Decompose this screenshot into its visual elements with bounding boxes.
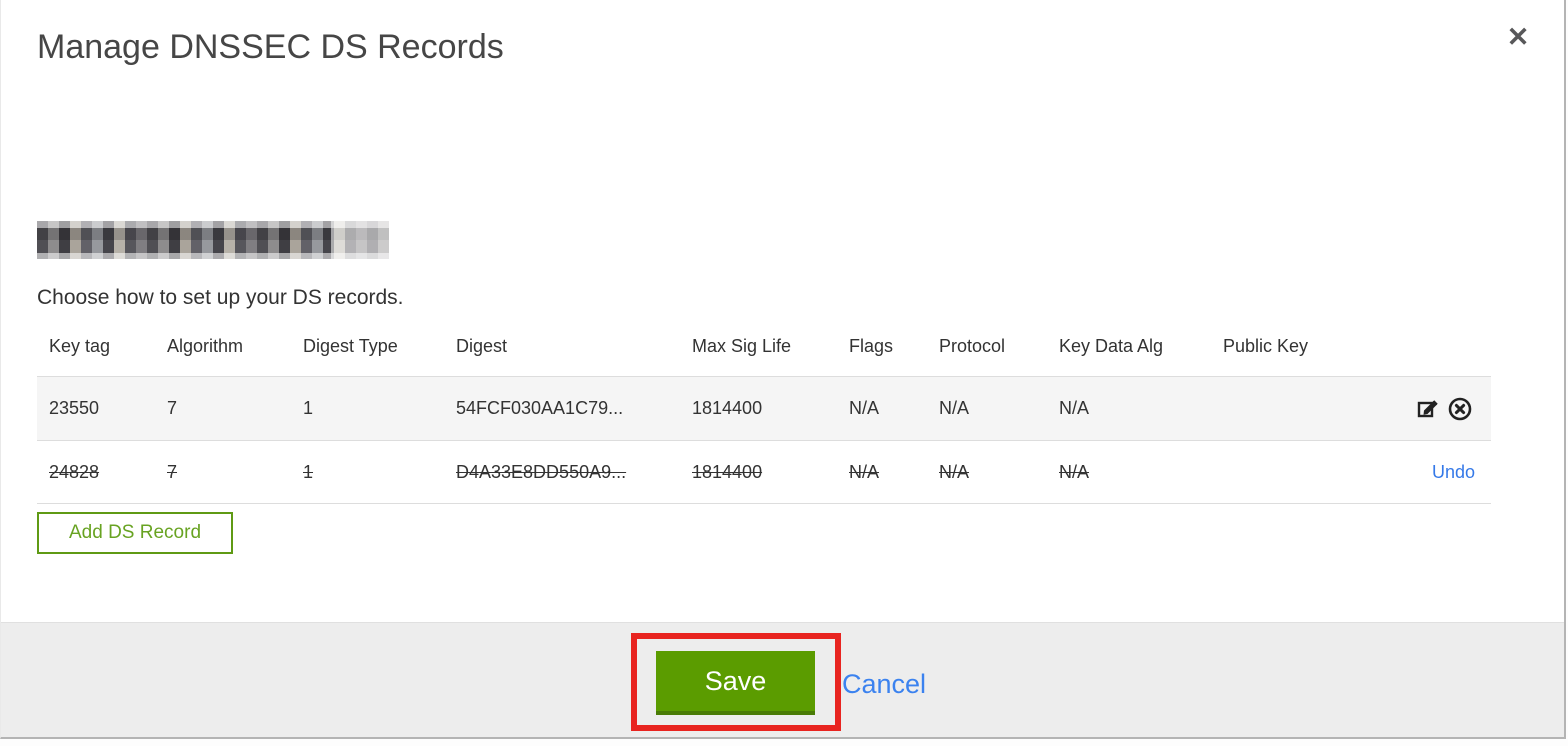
- cell-max-sig-life: 1814400: [692, 398, 763, 418]
- edit-icon[interactable]: [1413, 394, 1443, 424]
- page-title: Manage DNSSEC DS Records: [37, 28, 504, 66]
- save-button[interactable]: Save: [656, 651, 815, 715]
- cell-algorithm: 7: [167, 461, 178, 482]
- col-header-public-key: Public Key: [1223, 336, 1309, 356]
- cell-digest: D4A33E8DD550A9...: [456, 461, 627, 482]
- cell-flags: N/A: [849, 398, 880, 418]
- dialog-footer: Save Cancel: [1, 622, 1564, 737]
- cell-digest-type: 1: [303, 398, 314, 418]
- table-header-row: Key tag Algorithm Digest Type Digest Max…: [37, 328, 1491, 376]
- cell-key-data-alg: N/A: [1059, 461, 1090, 482]
- cell-protocol: N/A: [939, 461, 970, 482]
- cell-protocol: N/A: [939, 398, 970, 418]
- table-row-deleted: 24828 7 1 D4A33E8DD550A9... 1814400 N/A …: [37, 440, 1491, 504]
- cell-algorithm: 7: [167, 398, 178, 418]
- cell-digest: 54FCF030AA1C79...: [456, 398, 624, 418]
- dnssec-dialog: Manage DNSSEC DS Records ✕ Choose how to…: [0, 0, 1566, 739]
- col-header-max-sig-life: Max Sig Life: [692, 336, 792, 356]
- col-header-protocol: Protocol: [939, 336, 1006, 356]
- cell-max-sig-life: 1814400: [692, 461, 763, 482]
- col-header-algorithm: Algorithm: [167, 336, 244, 356]
- table-row: 23550 7 1 54FCF030AA1C79... 1814400 N/A …: [37, 376, 1491, 440]
- col-header-key-tag: Key tag: [49, 336, 111, 356]
- cell-key-data-alg: N/A: [1059, 398, 1090, 418]
- col-header-digest-type: Digest Type: [303, 336, 398, 356]
- undo-link[interactable]: Undo: [1432, 462, 1475, 483]
- cell-key-tag: 24828: [49, 461, 100, 482]
- cell-key-tag: 23550: [49, 398, 100, 418]
- cell-flags: N/A: [849, 461, 880, 482]
- col-header-digest: Digest: [456, 336, 508, 356]
- col-header-flags: Flags: [849, 336, 894, 356]
- cancel-link[interactable]: Cancel: [842, 669, 926, 700]
- ds-records-table: Key tag Algorithm Digest Type Digest Max…: [37, 328, 1491, 504]
- cell-digest-type: 1: [303, 461, 314, 482]
- close-icon[interactable]: ✕: [1501, 20, 1535, 54]
- add-ds-record-button[interactable]: Add DS Record: [37, 512, 234, 554]
- instructions-text: Choose how to set up your DS records.: [37, 286, 404, 309]
- redacted-domain-name: [37, 221, 389, 259]
- remove-icon[interactable]: [1445, 394, 1475, 424]
- col-header-key-data-alg: Key Data Alg: [1059, 336, 1164, 356]
